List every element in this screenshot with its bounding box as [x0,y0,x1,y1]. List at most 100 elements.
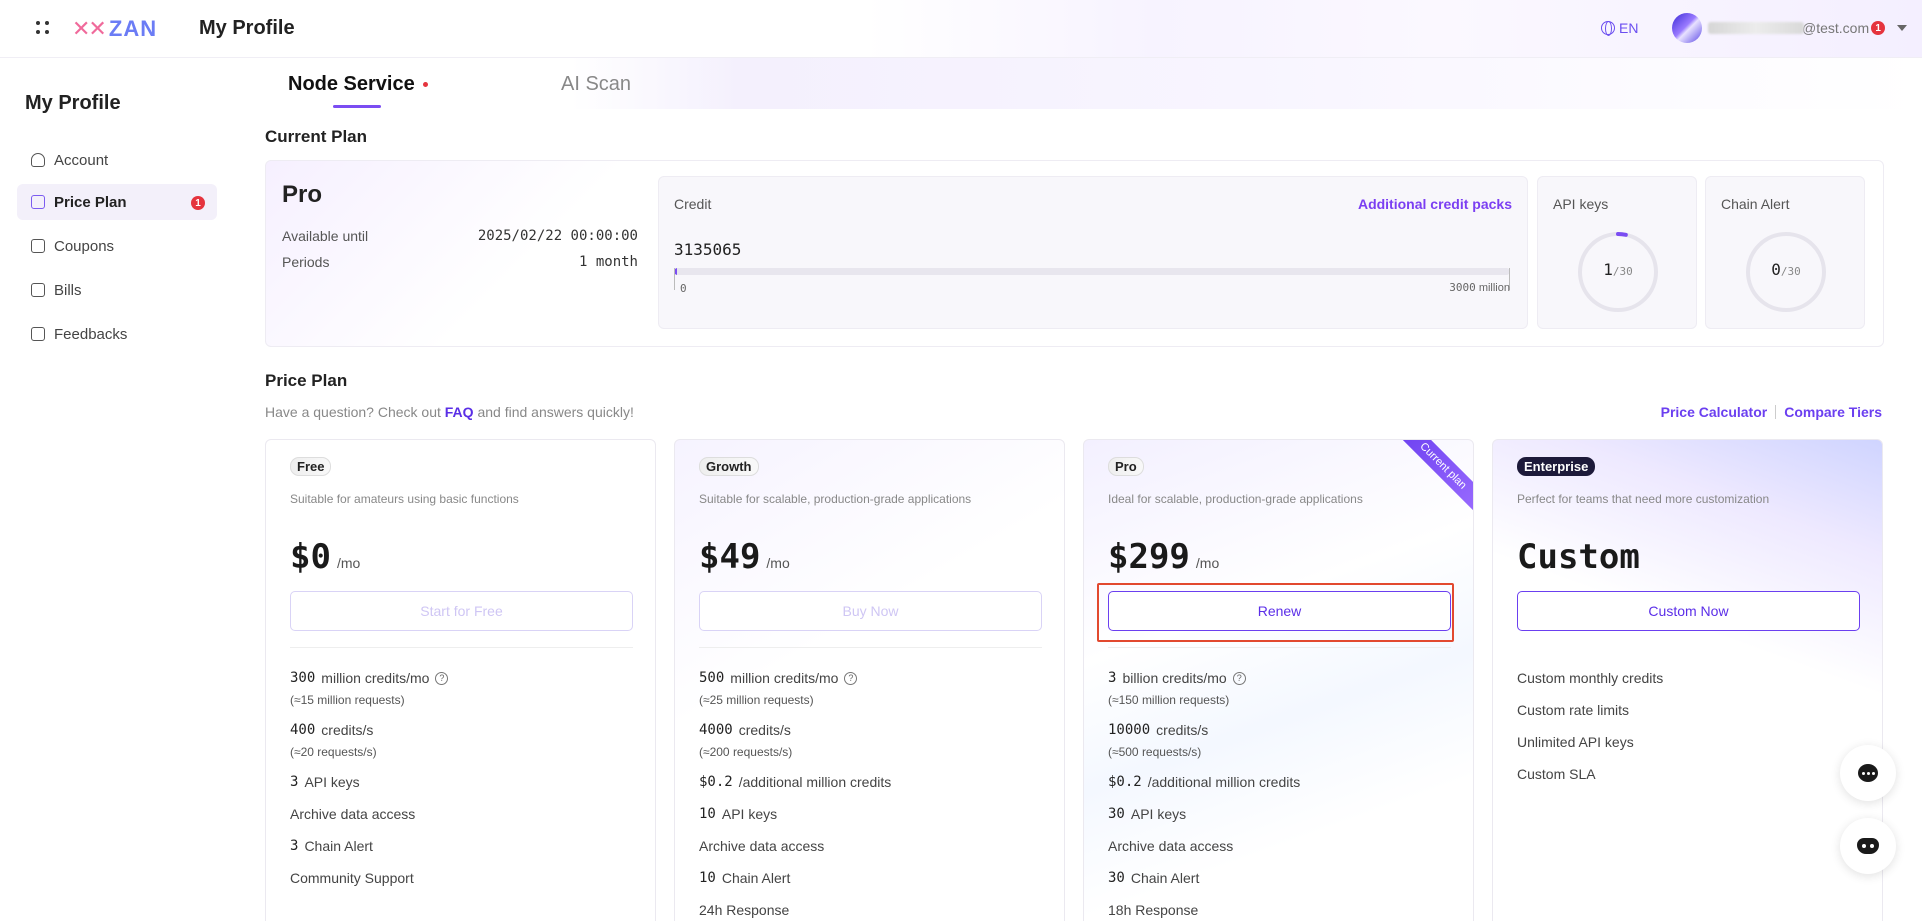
message-icon [31,327,45,341]
feature-additional-credits: $0.2/additional million credits [699,774,891,790]
additional-credit-packs-link[interactable]: Additional credit packs [1358,196,1512,212]
buy-now-button[interactable]: Buy Now [699,591,1042,631]
periods-value: 1 month [578,254,638,270]
user-email: @test.com [1802,20,1870,36]
feature-custom-sla: Custom SLA [1517,766,1596,782]
sidebar-item-feedbacks[interactable]: Feedbacks [17,316,217,352]
tab-underline [333,105,381,108]
help-icon[interactable]: ? [1232,671,1246,685]
feature-number: 300 [290,670,316,686]
chain-alert-count: 0/30 [1743,260,1829,280]
plan-price: $299/mo [1108,537,1219,577]
bar-max-label: 3000 million [1449,281,1510,294]
sidebar-item-label: Bills [54,281,82,299]
renew-highlight-box [1097,583,1454,642]
discord-button[interactable] [1840,818,1896,874]
feature-archive: Archive data access [290,806,416,822]
feature-text: /additional million credits [738,774,892,790]
feature-api-keys: 10 API keys [699,806,777,822]
sidebar-title: My Profile [25,92,121,114]
price-plan-subtitle: Have a question? Check out FAQ and find … [265,404,634,420]
plan-description: Ideal for scalable, production-grade app… [1108,492,1363,506]
price-plan-badge: 1 [191,196,205,210]
price-period: /mo [766,555,790,571]
sidebar-item-bills[interactable]: Bills [17,272,217,308]
plan-tag: Pro [1108,457,1144,476]
feature-text: credits/s [321,722,374,738]
help-icon[interactable]: ? [435,671,449,685]
price-period: /mo [1195,555,1220,571]
sidebar-item-label: Account [54,151,109,169]
divider [1108,647,1451,648]
zan-logo[interactable]: ✕✕ ZAN [72,16,157,42]
feature-number: 3 [1108,670,1117,686]
sidebar: My Profile Account Price Plan 1 Coupons … [0,58,233,921]
plan-description: Perfect for teams that need more customi… [1517,492,1770,506]
feature-text: API keys [1130,806,1187,822]
feature-number: 4000 [699,722,733,738]
feature-number: 3 [290,774,299,790]
feature-number: 3 [290,838,299,854]
feature-subtext: (≈25 million requests) [699,693,814,707]
api-keys-used: 1 [1603,260,1613,279]
feature-number: 500 [699,670,725,686]
start-for-free-button[interactable]: Start for Free [290,591,633,631]
plan-card-pro: Current plan Pro Ideal for scalable, pro… [1083,439,1474,921]
link-separator [1775,405,1777,419]
feature-chain-alert: 30 Chain Alert [1108,870,1199,886]
sidebar-item-label: Price Plan [54,193,127,211]
feature-subtext: (≈20 requests/s) [290,745,377,759]
feature-text: million credits/mo [730,670,839,686]
plan-name: Pro [282,181,323,208]
feature-subtext: (≈200 requests/s) [699,745,793,759]
feature-text: API keys [721,806,778,822]
tab-ai-scan[interactable]: AI Scan [561,73,631,96]
plan-price: Custom [1517,537,1640,577]
api-keys-total: /30 [1612,265,1633,278]
sidebar-item-price-plan[interactable]: Price Plan 1 [17,184,217,220]
plan-card-growth: Growth Suitable for scalable, production… [674,439,1065,921]
api-keys-count: 1/30 [1575,260,1661,280]
user-icon [31,153,45,167]
available-label: Available until [282,228,369,244]
feature-rate: 400 credits/s [290,722,373,738]
price-plan-title: Price Plan [265,371,348,390]
language-switch[interactable]: EN [1601,20,1638,36]
bar-min-label: 0 [680,282,687,295]
logo-text: ZAN [108,16,158,41]
user-menu[interactable]: @test.com 1 [1672,13,1908,43]
feature-number: $0.2 [699,774,733,790]
feature-number: 30 [1108,870,1125,886]
feature-text: Chain Alert [304,838,373,854]
sidebar-item-label: Coupons [54,237,115,255]
help-icon[interactable]: ? [844,671,858,685]
tab-bar: Node Service AI Scan [233,58,1922,109]
feature-subtext: (≈500 requests/s) [1108,745,1202,759]
chevron-down-icon[interactable] [1897,25,1908,31]
email-redacted [1708,22,1804,34]
sidebar-item-account[interactable]: Account [17,142,217,178]
custom-now-button[interactable]: Custom Now [1517,591,1860,631]
feature-number: $0.2 [1108,774,1142,790]
credit-progress-bar [674,268,1510,275]
tab-label: Node Service [288,73,415,95]
current-plan-ribbon: Current plan [1393,440,1473,516]
feature-additional-credits: $0.2/additional million credits [1108,774,1300,790]
ticket-icon [31,239,45,253]
chat-icon [1858,764,1878,782]
tab-node-service[interactable]: Node Service [288,73,428,96]
apps-grid-icon[interactable] [36,21,50,35]
chat-button[interactable] [1840,745,1896,801]
api-keys-label: API keys [1553,196,1609,212]
price-value: $0 [290,537,331,577]
plan-tag: Growth [699,457,759,476]
chain-alert-panel: Chain Alert 0/30 [1705,176,1865,329]
feature-response: 24h Response [699,902,790,918]
sidebar-item-coupons[interactable]: Coupons [17,228,217,264]
price-calculator-link[interactable]: Price Calculator [1661,404,1768,420]
feature-subtext: (≈150 million requests) [1108,693,1230,707]
available-until-row: Available until 2025/02/22 00:00:00 [282,228,638,244]
faq-link[interactable]: FAQ [445,404,474,420]
compare-tiers-link[interactable]: Compare Tiers [1784,404,1882,420]
current-plan-title: Current Plan [265,127,368,146]
